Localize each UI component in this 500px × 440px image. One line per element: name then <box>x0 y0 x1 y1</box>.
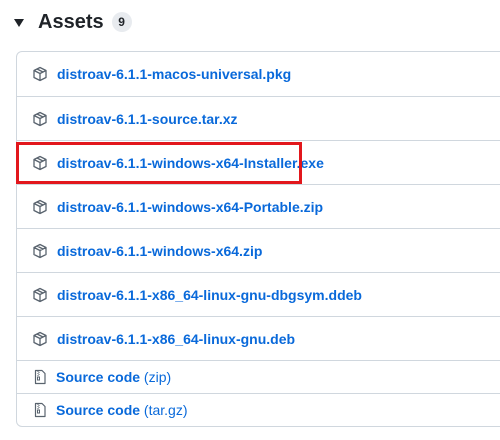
asset-row: distroav-6.1.1-x86_64-linux-gnu.deb <box>17 316 500 360</box>
package-icon <box>32 287 48 303</box>
asset-link[interactable]: distroav-6.1.1-windows-x64.zip <box>57 243 262 259</box>
asset-row: distroav-6.1.1-windows-x64.zip <box>17 228 500 272</box>
assets-list: distroav-6.1.1-macos-universal.pkg distr… <box>16 51 500 427</box>
source-code-format: (tar.gz) <box>143 402 188 418</box>
source-code-row: Source code (tar.gz) <box>17 393 500 426</box>
package-icon <box>32 66 48 82</box>
asset-link[interactable]: distroav-6.1.1-x86_64-linux-gnu.deb <box>57 331 295 347</box>
assets-title: Assets <box>38 10 104 33</box>
assets-count-badge: 9 <box>111 12 132 32</box>
asset-link[interactable]: distroav-6.1.1-macos-universal.pkg <box>57 66 291 82</box>
asset-row: distroav-6.1.1-windows-x64-Installer.exe <box>17 140 500 184</box>
source-code-zip-link[interactable]: Source code (zip) <box>56 369 171 385</box>
package-icon <box>32 243 48 259</box>
file-zip-icon <box>32 369 48 385</box>
source-code-targz-link[interactable]: Source code (tar.gz) <box>56 402 188 418</box>
asset-link[interactable]: distroav-6.1.1-windows-x64-Portable.zip <box>57 199 323 215</box>
source-code-row: Source code (zip) <box>17 360 500 393</box>
asset-link[interactable]: distroav-6.1.1-source.tar.xz <box>57 111 238 127</box>
source-code-label: Source code <box>56 369 141 385</box>
package-icon <box>32 111 48 127</box>
assets-header[interactable]: Assets 9 <box>14 8 132 36</box>
asset-row: distroav-6.1.1-windows-x64-Portable.zip <box>17 184 500 228</box>
asset-row: distroav-6.1.1-source.tar.xz <box>17 96 500 140</box>
triangle-down-icon[interactable] <box>14 19 24 27</box>
asset-row: distroav-6.1.1-macos-universal.pkg <box>17 52 500 96</box>
asset-link[interactable]: distroav-6.1.1-x86_64-linux-gnu-dbgsym.d… <box>57 287 362 303</box>
package-icon <box>32 199 48 215</box>
file-zip-icon <box>32 402 48 418</box>
source-code-label: Source code <box>56 402 141 418</box>
source-code-format: (zip) <box>143 369 172 385</box>
package-icon <box>32 155 48 171</box>
asset-link[interactable]: distroav-6.1.1-windows-x64-Installer.exe <box>57 155 324 171</box>
package-icon <box>32 331 48 347</box>
asset-row: distroav-6.1.1-x86_64-linux-gnu-dbgsym.d… <box>17 272 500 316</box>
